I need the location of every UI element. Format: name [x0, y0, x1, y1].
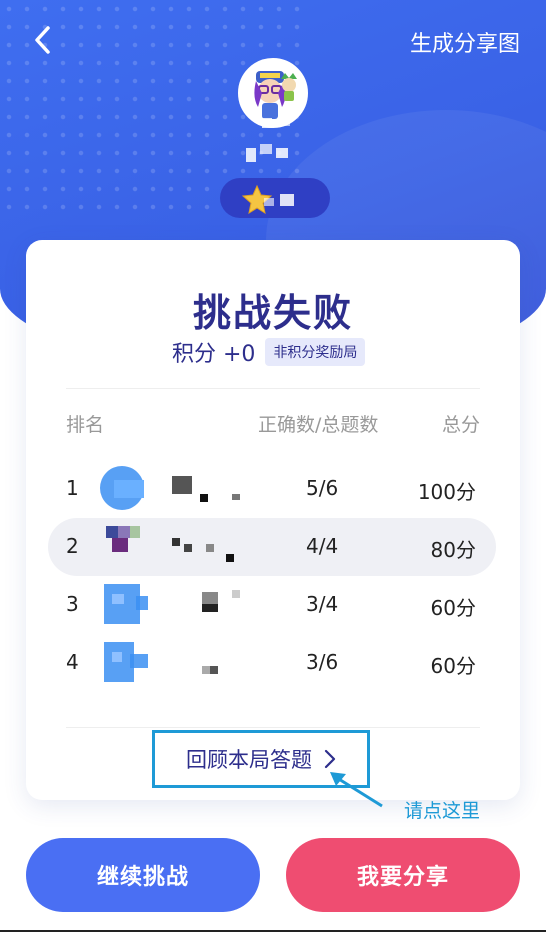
continue-challenge-button[interactable]: 继续挑战 — [26, 838, 260, 912]
back-button[interactable] — [26, 22, 58, 58]
header-rank: 排名 — [66, 414, 105, 436]
annotation-hint-text: 请点这里 — [404, 800, 481, 822]
divider-bottom — [66, 727, 480, 728]
table-row: 3 3/4 60分 — [48, 576, 496, 634]
player-name-pixelated — [172, 648, 262, 678]
table-row: 1 5/6 100分 — [48, 460, 496, 518]
table-row: 4 3/6 60分 — [48, 634, 496, 692]
row-correct: 4/4 — [306, 534, 339, 558]
row-correct: 3/4 — [306, 592, 339, 616]
user-avatar[interactable] — [238, 58, 308, 128]
player-name-pixelated — [172, 590, 262, 620]
level-badge — [220, 178, 330, 218]
table-row-current-user: 2 4/4 80分 — [48, 518, 496, 576]
score-tag: 非积分奖励局 — [265, 338, 366, 366]
row-correct: 3/6 — [306, 650, 339, 674]
score-value: 积分 +0 — [172, 342, 256, 367]
row-rank: 1 — [66, 476, 79, 500]
row-total: 60分 — [430, 596, 476, 620]
row-rank: 2 — [66, 534, 79, 558]
result-title: 挑战失败 — [192, 291, 353, 335]
chevron-right-icon — [324, 749, 336, 769]
row-rank: 4 — [66, 650, 79, 674]
row-total: 80分 — [430, 538, 476, 562]
row-correct: 5/6 — [306, 476, 339, 500]
player-name-pixelated — [172, 532, 262, 562]
result-card: 挑战失败 积分 +0 非积分奖励局 排名 正确数/总题数 总分 1 5/6 10… — [26, 240, 520, 800]
header-correct: 正确数/总题数 — [258, 414, 379, 436]
review-answers-label: 回顾本局答题 — [186, 748, 312, 772]
player-avatar-blurred — [100, 640, 162, 686]
row-rank: 3 — [66, 592, 79, 616]
ranking-table-header: 排名 正确数/总题数 总分 — [66, 410, 480, 436]
annotation-arrow — [330, 772, 383, 808]
row-total: 100分 — [417, 480, 476, 504]
player-avatar-blurred — [100, 466, 162, 512]
username-pixelated — [246, 142, 292, 164]
player-avatar-blurred — [100, 582, 162, 628]
share-button[interactable]: 我要分享 — [286, 838, 520, 912]
player-name-pixelated — [172, 474, 262, 504]
row-total: 60分 — [430, 654, 476, 678]
score-line: 积分 +0 非积分奖励局 — [172, 336, 366, 368]
avatar-sprite-image — [281, 73, 297, 101]
header-total: 总分 — [441, 414, 480, 436]
player-avatar-blurred — [100, 524, 162, 570]
divider-top — [66, 388, 480, 389]
chevron-left-icon — [35, 26, 50, 54]
generate-share-image-button[interactable]: 生成分享图 — [410, 26, 520, 58]
